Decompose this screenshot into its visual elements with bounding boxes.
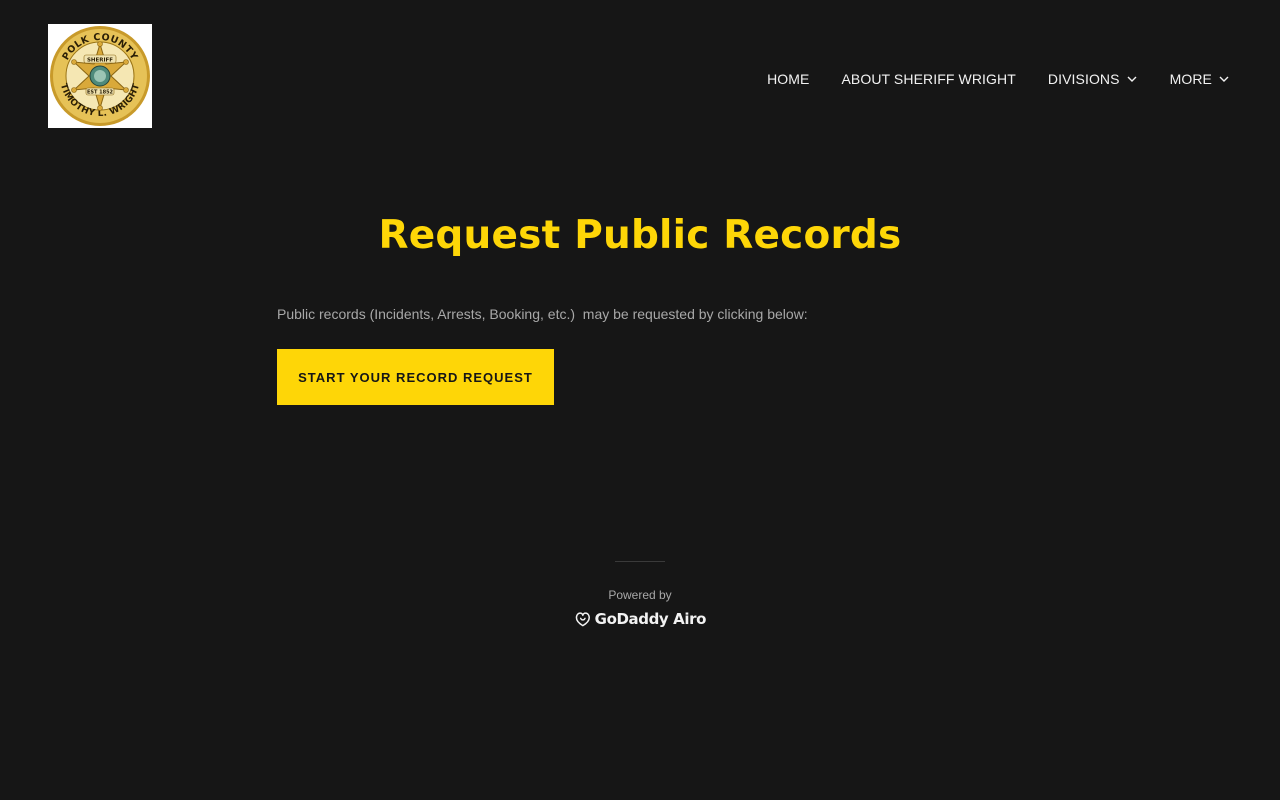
nav-home-label: HOME bbox=[767, 71, 810, 87]
godaddy-airo-label: GoDaddy Airo bbox=[594, 610, 707, 628]
page-title: Request Public Records bbox=[378, 213, 902, 258]
records-description: Public records (Incidents, Arrests, Book… bbox=[277, 306, 808, 322]
nav-about-sheriff-wright[interactable]: ABOUT SHERIFF WRIGHT bbox=[841, 69, 1015, 89]
chevron-down-icon bbox=[1218, 73, 1230, 85]
nav-divisions-dropdown[interactable]: DIVISIONS bbox=[1048, 69, 1138, 89]
nav-more-dropdown[interactable]: MORE bbox=[1170, 69, 1230, 89]
page: POLK COUNTY TIMOTHY L. WRIGHT SHERIFF ES… bbox=[0, 0, 1280, 800]
nav-home[interactable]: HOME bbox=[767, 69, 809, 89]
main-nav: HOME ABOUT SHERIFF WRIGHT DIVISIONS MORE bbox=[767, 69, 1230, 89]
nav-divisions-label: DIVISIONS bbox=[1047, 71, 1120, 87]
badge-icon: POLK COUNTY TIMOTHY L. WRIGHT SHERIFF ES… bbox=[48, 24, 152, 128]
nav-about-label: ABOUT SHERIFF WRIGHT bbox=[841, 71, 1016, 87]
svg-text:SHERIFF: SHERIFF bbox=[87, 58, 113, 64]
start-record-request-button[interactable]: START YOUR RECORD REQUEST bbox=[277, 349, 554, 405]
godaddy-logo-icon bbox=[575, 612, 590, 627]
chevron-down-icon bbox=[1126, 73, 1138, 85]
svg-text:EST 1852: EST 1852 bbox=[87, 90, 114, 96]
nav-more-label: MORE bbox=[1169, 71, 1212, 87]
godaddy-airo-link[interactable]: GoDaddy Airo bbox=[574, 607, 706, 631]
footer-divider bbox=[615, 561, 665, 562]
powered-by-label: Powered by bbox=[608, 588, 672, 602]
sheriff-badge-logo[interactable]: POLK COUNTY TIMOTHY L. WRIGHT SHERIFF ES… bbox=[48, 24, 152, 128]
